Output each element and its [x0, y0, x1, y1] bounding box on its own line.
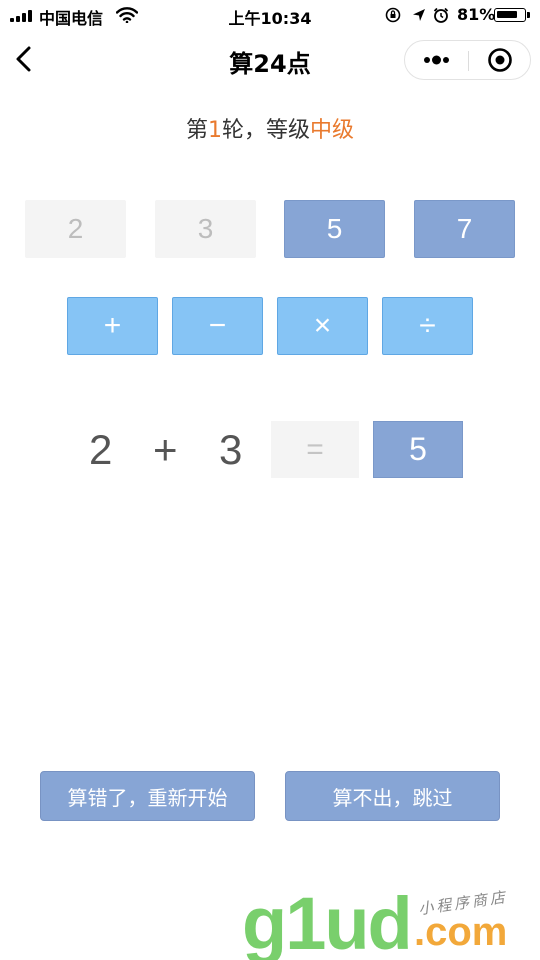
operator-add-button[interactable]: +	[67, 297, 158, 355]
watermark-brand: g1ud	[242, 882, 413, 960]
round-prefix: 第	[185, 118, 208, 143]
operator-multiply-button[interactable]: ×	[277, 297, 368, 355]
number-tile-1: 2	[25, 200, 126, 258]
difficulty-level: 中级	[310, 118, 355, 143]
round-level-line: 第1轮，等级中级	[0, 112, 540, 144]
battery-icon	[494, 8, 526, 22]
round-number: 1	[207, 118, 222, 143]
number-tile-2: 3	[155, 200, 256, 258]
operator-divide-button[interactable]: ÷	[382, 297, 473, 355]
orientation-lock-icon	[385, 7, 401, 23]
battery-percent: 81%	[457, 5, 496, 24]
alarm-icon	[433, 7, 449, 23]
battery-fill	[497, 11, 517, 18]
location-icon	[413, 9, 425, 21]
skip-button[interactable]: 算不出，跳过	[285, 771, 500, 821]
chevron-left-icon[interactable]	[10, 42, 40, 76]
operator-subtract-button[interactable]: −	[172, 297, 263, 355]
status-bar: 中国电信 上午10:34 81%	[0, 0, 540, 30]
target-close-icon[interactable]	[469, 41, 531, 79]
battery-tip	[527, 12, 530, 18]
expression-right-operand: 3	[219, 426, 243, 473]
nav-bar: 算24点	[0, 30, 540, 88]
restart-button[interactable]: 算错了，重新开始	[40, 771, 255, 821]
round-middle: 轮，等级	[221, 118, 310, 143]
equals-button[interactable]: =	[271, 421, 359, 478]
expression-operator: +	[153, 426, 178, 473]
mini-program-capsule	[404, 40, 531, 80]
expression-left-operand: 2	[89, 426, 113, 473]
expression-result[interactable]: 5	[373, 421, 463, 478]
more-dots-icon[interactable]	[405, 41, 468, 79]
watermark-logo: g1ud .com 小程序商店	[242, 882, 538, 960]
number-tile-3[interactable]: 5	[284, 200, 385, 258]
number-tile-4[interactable]: 7	[414, 200, 515, 258]
